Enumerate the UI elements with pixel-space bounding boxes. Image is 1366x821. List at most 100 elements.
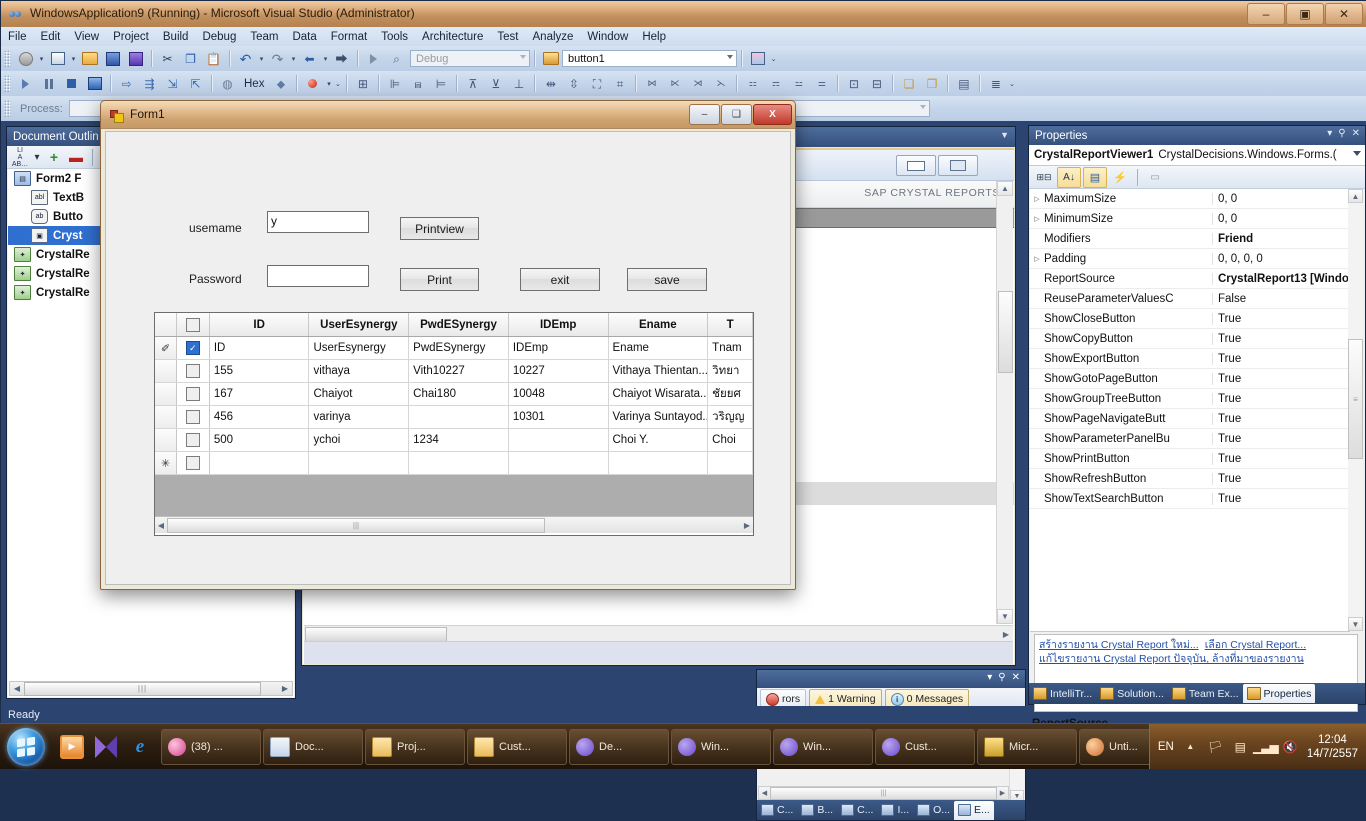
- bring-to-front-icon[interactable]: ❏: [898, 74, 919, 94]
- decrease-vertical-spacing-icon[interactable]: ⚍: [788, 74, 809, 94]
- scrollbar-thumb[interactable]: |||: [770, 787, 997, 800]
- select-all-checkbox[interactable]: [186, 318, 200, 332]
- viewer-button-2[interactable]: [938, 155, 978, 176]
- property-row[interactable]: ModifiersFriend: [1030, 229, 1350, 249]
- copy-icon[interactable]: ❐: [180, 49, 201, 69]
- menu-help[interactable]: Help: [635, 29, 673, 45]
- taskbar-button-1[interactable]: Doc...: [263, 729, 363, 765]
- grid-column-header[interactable]: PwdESynergy: [409, 313, 509, 336]
- remove-horizontal-spacing-icon[interactable]: ⋈: [641, 74, 662, 94]
- property-row[interactable]: ShowGroupTreeButtonTrue: [1030, 389, 1350, 409]
- table-cell[interactable]: 10301: [509, 406, 609, 428]
- restart-icon[interactable]: [84, 74, 105, 94]
- maximize-button[interactable]: ▣: [1286, 3, 1324, 25]
- new-window-icon[interactable]: [47, 49, 68, 69]
- grid-column-header[interactable]: ID: [210, 313, 310, 336]
- toolbox-icon[interactable]: [747, 49, 768, 69]
- property-row[interactable]: ShowCopyButtonTrue: [1030, 329, 1350, 349]
- media-player-icon[interactable]: ▶: [56, 729, 88, 765]
- undo-dropdown-icon[interactable]: ▾: [257, 49, 266, 69]
- table-row[interactable]: 155vithayaVith1022710227Vithaya Thientan…: [155, 360, 753, 383]
- scroll-right-icon[interactable]: ▶: [997, 789, 1008, 797]
- property-value[interactable]: True: [1212, 433, 1350, 445]
- table-cell[interactable]: Varinya Suntayod...: [609, 406, 709, 428]
- solution-configuration-dropdown[interactable]: Debug: [410, 50, 530, 67]
- sort-icon[interactable]: LIAAB…: [10, 148, 30, 166]
- panel-menu-icon[interactable]: ▾: [1327, 128, 1332, 139]
- property-row[interactable]: ▷MaximumSize0, 0: [1030, 189, 1350, 209]
- events-icon[interactable]: ⚡: [1109, 168, 1131, 187]
- movie-maker-icon[interactable]: [90, 729, 122, 765]
- property-value[interactable]: True: [1212, 333, 1350, 345]
- target-object-dropdown[interactable]: button1: [562, 50, 737, 67]
- table-cell[interactable]: 456: [210, 406, 310, 428]
- edit-report-link[interactable]: แก้ไขรายงาน Crystal Report ปัจจุบัน, ล้า…: [1039, 653, 1304, 665]
- attach-process-icon[interactable]: ⌕: [386, 49, 407, 69]
- start-button[interactable]: [0, 726, 52, 768]
- output-tab-0[interactable]: C...: [757, 801, 797, 820]
- toolbar-grip[interactable]: [4, 50, 11, 67]
- expand-icon[interactable]: ▷: [1030, 195, 1044, 203]
- property-row[interactable]: ShowPrintButtonTrue: [1030, 449, 1350, 469]
- row-header[interactable]: [155, 429, 177, 451]
- property-value[interactable]: 0, 0: [1212, 213, 1350, 225]
- target-object-icon[interactable]: [540, 49, 561, 69]
- table-cell[interactable]: ชัยยศ: [708, 383, 753, 405]
- table-cell[interactable]: 1234: [409, 429, 509, 451]
- menu-tools[interactable]: Tools: [374, 29, 415, 45]
- property-value[interactable]: True: [1212, 473, 1350, 485]
- table-cell[interactable]: [609, 452, 709, 474]
- exit-button[interactable]: exit: [520, 268, 600, 291]
- thread-marker-icon[interactable]: [302, 74, 323, 94]
- property-value[interactable]: False: [1212, 293, 1350, 305]
- properties-tab-0[interactable]: IntelliTr...: [1029, 684, 1096, 703]
- cut-icon[interactable]: ✂: [157, 49, 178, 69]
- properties-object-selector[interactable]: CrystalReportViewer1 CrystalDecisions.Wi…: [1029, 145, 1365, 166]
- table-cell[interactable]: 167: [210, 383, 310, 405]
- row-select-checkbox-cell[interactable]: [177, 429, 210, 451]
- scroll-left-icon[interactable]: ◀: [759, 789, 770, 797]
- categorized-icon[interactable]: ⊞⊟: [1033, 168, 1055, 187]
- undo-icon[interactable]: ↶: [235, 49, 256, 69]
- properties-scrollbar[interactable]: ▲ ≡ ▼: [1348, 189, 1363, 631]
- taskbar-button-7[interactable]: Cust...: [875, 729, 975, 765]
- table-cell[interactable]: Ename: [609, 337, 709, 359]
- scroll-left-icon[interactable]: ◀: [10, 682, 24, 695]
- menu-debug[interactable]: Debug: [195, 29, 243, 45]
- center-vertically-icon[interactable]: ⊟: [866, 74, 887, 94]
- sort-dropdown-icon[interactable]: ▾: [32, 148, 42, 166]
- scroll-right-icon[interactable]: ▶: [741, 521, 753, 530]
- property-row[interactable]: ShowParameterPanelBuTrue: [1030, 429, 1350, 449]
- increase-horizontal-spacing-icon[interactable]: ⋉: [664, 74, 685, 94]
- expand-icon[interactable]: ▷: [1030, 215, 1044, 223]
- row-select-checkbox-cell[interactable]: [177, 452, 210, 474]
- toolbar-grip[interactable]: [4, 100, 11, 117]
- close-button[interactable]: ✕: [1325, 3, 1363, 25]
- align-centers-icon[interactable]: ⩎: [407, 74, 428, 94]
- form1-maximize-button[interactable]: ❑: [721, 104, 752, 125]
- menu-window[interactable]: Window: [580, 29, 635, 45]
- make-vertical-spacing-equal-icon[interactable]: ⚌: [811, 74, 832, 94]
- internet-explorer-icon[interactable]: e: [124, 729, 156, 765]
- paste-icon[interactable]: 📋: [203, 49, 224, 69]
- navigate-back-icon[interactable]: ⬅: [299, 49, 320, 69]
- table-cell[interactable]: [409, 452, 509, 474]
- taskbar-button-5[interactable]: Win...: [671, 729, 771, 765]
- form1-minimize-button[interactable]: –: [689, 104, 720, 125]
- property-value[interactable]: CrystalReport13 [WindowsA: [1212, 273, 1350, 285]
- properties-tab-3[interactable]: Properties: [1243, 684, 1316, 703]
- property-value[interactable]: 0, 0, 0, 0: [1212, 253, 1350, 265]
- table-cell[interactable]: Vithaya Thientan...: [609, 360, 709, 382]
- taskbar-button-0[interactable]: (38) ...: [161, 729, 261, 765]
- align-rights-icon[interactable]: ⊨: [430, 74, 451, 94]
- volume-muted-icon[interactable]: 🔇: [1282, 738, 1299, 755]
- tab-list-menu-icon[interactable]: ▼: [1000, 130, 1009, 140]
- output-tab-2[interactable]: C...: [837, 801, 877, 820]
- printview-button[interactable]: Printview: [400, 217, 479, 240]
- table-row[interactable]: 167ChaiyotChai18010048Chaiyot Wisarata..…: [155, 383, 753, 406]
- table-cell[interactable]: 500: [210, 429, 310, 451]
- save-icon[interactable]: [102, 49, 123, 69]
- pin-icon[interactable]: ⚲: [1338, 128, 1345, 139]
- open-file-icon[interactable]: [79, 49, 100, 69]
- table-cell[interactable]: [309, 452, 409, 474]
